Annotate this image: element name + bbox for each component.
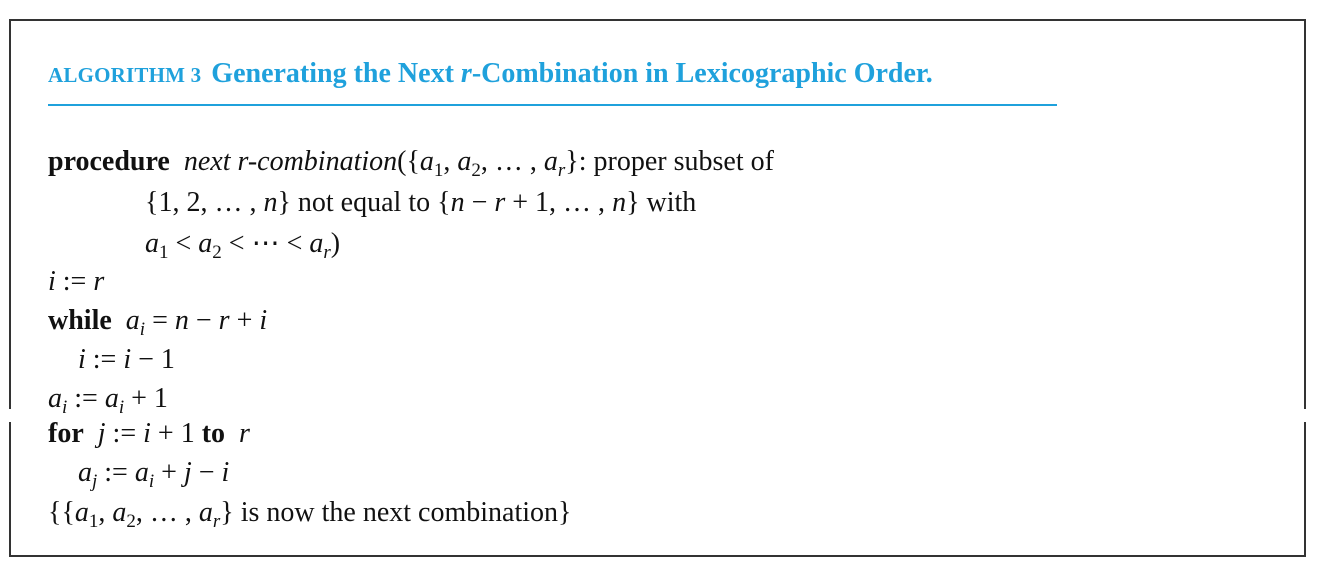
title-underline xyxy=(48,104,1057,106)
title-variable: r xyxy=(460,58,472,89)
code-line-assign-aj: aj := ai + j − i xyxy=(78,457,230,492)
code-line-procedure: procedure next r-combination({a1, a2, … … xyxy=(48,146,774,181)
code-line-assign-i: i := r xyxy=(48,266,105,297)
comment-text: is now the next combination xyxy=(233,497,559,528)
keyword-while: while xyxy=(48,305,112,336)
code-line-while: while ai = n − r + i xyxy=(48,305,268,340)
title-part: -Combination in Lexicographic Order. xyxy=(471,58,933,89)
algorithm-title: Generating the Next r-Combination in Lex… xyxy=(211,58,933,89)
keyword-procedure: procedure xyxy=(48,146,170,177)
code-line-params-3: a1 < a2 < ⋯ < ar) xyxy=(145,228,341,263)
box-border-bottom xyxy=(9,555,1306,557)
code-line-increment: ai := ai + 1 xyxy=(48,383,168,418)
keyword-to: to xyxy=(201,418,226,449)
procedure-name: next r-combination xyxy=(183,146,398,177)
procedure-description: : proper subset of xyxy=(578,146,774,177)
algorithm-heading: ALGORITHM 3 Generating the Next r-Combin… xyxy=(48,58,933,90)
params-text: not equal to xyxy=(290,187,438,218)
params-with: with xyxy=(639,187,697,218)
title-part: Generating the Next xyxy=(211,58,461,89)
box-border-right xyxy=(1304,19,1306,409)
code-line-comment: {{a1, a2, … , ar} is now the next combin… xyxy=(48,497,572,532)
box-border-right xyxy=(1304,422,1306,557)
box-border-top xyxy=(9,19,1306,21)
code-line-params-2: {1, 2, … , n} not equal to {n − r + 1, …… xyxy=(145,187,697,218)
box-border-left xyxy=(9,19,11,409)
keyword-for: for xyxy=(48,418,84,449)
code-line-decrement: i := i − 1 xyxy=(78,344,175,375)
box-border-left xyxy=(9,422,11,557)
code-line-for: for j := i + 1 to r xyxy=(48,418,250,449)
algorithm-label: ALGORITHM 3 xyxy=(48,63,202,87)
